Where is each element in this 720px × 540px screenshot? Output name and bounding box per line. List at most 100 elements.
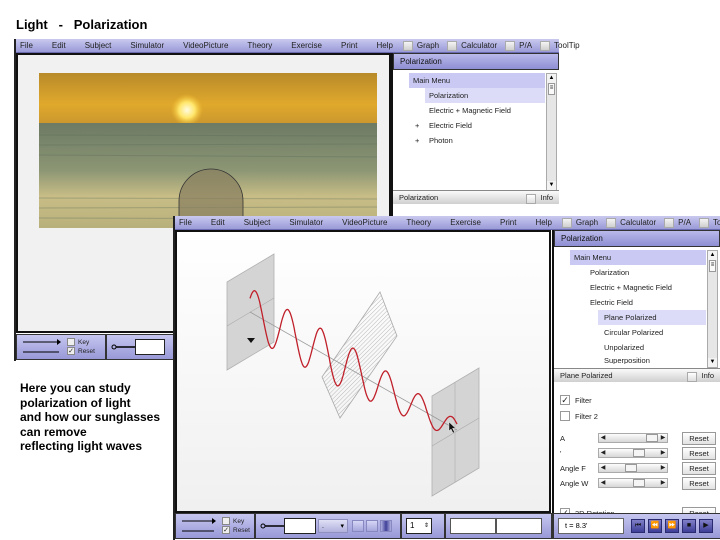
tree-item-main-menu[interactable]: Main Menu	[570, 250, 706, 265]
checkbox[interactable]: ✓	[67, 347, 75, 356]
tree-item-circular-polarized[interactable]: Circular Polarized	[554, 325, 706, 340]
menu-simulator[interactable]: Simulator	[130, 41, 164, 50]
scroll-up-icon[interactable]: ▲	[547, 74, 556, 83]
toggle-graph[interactable]: Graph	[561, 217, 598, 228]
checkbox[interactable]	[526, 193, 537, 204]
info-toggle[interactable]: Info	[526, 191, 553, 205]
slider-thumb[interactable]	[633, 449, 646, 457]
menu-exercise[interactable]: Exercise	[291, 41, 322, 50]
spinner-arrows-icon[interactable]: ⇕	[424, 519, 431, 533]
slider-thumb[interactable]	[624, 464, 637, 472]
menu-simulator[interactable]: Simulator	[289, 218, 323, 227]
parameter-slider[interactable]: ◀ ▶	[598, 448, 668, 458]
info-toggle[interactable]: Info	[687, 369, 714, 383]
play-icon[interactable]: ▶	[699, 519, 713, 533]
tree-item-plane-polarized[interactable]: Plane Polarized	[598, 310, 706, 325]
menu-exercise[interactable]: Exercise	[450, 218, 481, 227]
scroll-down-icon[interactable]: ▼	[547, 181, 556, 190]
slider-right-arrow-icon[interactable]: ▶	[659, 449, 667, 457]
tree-item-main-menu[interactable]: Main Menu	[409, 73, 545, 88]
skip-to-start-icon[interactable]: ⏮	[631, 519, 645, 533]
checkbox[interactable]	[402, 40, 413, 51]
slider-left-arrow-icon[interactable]: ◀	[599, 479, 607, 487]
menu-videopicture[interactable]: VideoPicture	[342, 218, 387, 227]
slider-thumb[interactable]	[645, 434, 658, 442]
menu-file[interactable]: File	[179, 218, 192, 227]
simulation-stage[interactable]	[175, 230, 551, 513]
reset-checkbox[interactable]: ✓ Reset	[222, 526, 250, 535]
checkbox[interactable]	[699, 217, 710, 228]
checkbox[interactable]	[606, 217, 617, 228]
toggle-calculator[interactable]: Calculator	[606, 217, 656, 228]
reset-button[interactable]: Reset	[682, 431, 716, 445]
scroll-thumb[interactable]: ≡	[548, 83, 555, 95]
key-checkbox[interactable]: Key	[67, 338, 95, 347]
count-spinner[interactable]: 1 ⇕	[406, 518, 432, 534]
color-button[interactable]	[366, 520, 378, 532]
reset-button[interactable]: Reset	[682, 446, 716, 460]
slider-thumb[interactable]	[633, 479, 646, 487]
menu-file[interactable]: File	[20, 41, 33, 50]
tree-item-polarization[interactable]: Polarization	[554, 265, 706, 280]
toggle-tooltip[interactable]: ToolTip	[699, 217, 720, 228]
tree-scrollbar[interactable]: ▲ ≡ ▼	[546, 73, 557, 191]
checkbox[interactable]: ✓	[560, 395, 570, 405]
checkbox[interactable]	[687, 371, 698, 382]
tree-item-unpolarized[interactable]: Unpolarized	[554, 340, 706, 355]
key-checkbox[interactable]: Key	[222, 517, 250, 526]
value-field[interactable]	[284, 518, 316, 534]
tree-item-electric-field[interactable]: + Electric Field	[393, 118, 545, 133]
tree-item-polarization[interactable]: Polarization	[425, 88, 545, 103]
polarizer-filter[interactable]	[321, 291, 398, 419]
slider-left-arrow-icon[interactable]: ◀	[599, 464, 607, 472]
tree-item-photon[interactable]: + Photon	[393, 133, 545, 148]
scroll-thumb[interactable]: ≡	[709, 260, 716, 272]
filter-checkbox[interactable]: ✓ Filter	[560, 393, 716, 407]
scroll-up-icon[interactable]: ▲	[708, 251, 717, 260]
value-field[interactable]	[135, 339, 165, 355]
checkbox[interactable]	[560, 411, 570, 421]
menu-edit[interactable]: Edit	[211, 218, 225, 227]
amplitude-slider[interactable]: ◀ ▶	[598, 433, 668, 443]
reset-checkbox[interactable]: ✓ Reset	[67, 347, 95, 356]
rewind-icon[interactable]: ⏪	[648, 519, 662, 533]
toggle-pa[interactable]: P/A	[505, 40, 532, 51]
menu-help[interactable]: Help	[535, 218, 551, 227]
dropdown[interactable]: . ▾	[318, 519, 348, 533]
tree-item-electric-magnetic[interactable]: Electric + Magnetic Field	[554, 280, 706, 295]
checkbox[interactable]	[222, 517, 230, 526]
checkbox[interactable]: ✓	[222, 526, 230, 535]
toggle-graph[interactable]: Graph	[402, 40, 439, 51]
menu-theory[interactable]: Theory	[247, 41, 272, 50]
menu-print[interactable]: Print	[341, 41, 357, 50]
checkbox[interactable]	[561, 217, 572, 228]
filter2-checkbox[interactable]: Filter 2	[560, 409, 716, 423]
tree-item-electric-field[interactable]: Electric Field	[554, 295, 706, 310]
scroll-down-icon[interactable]: ▼	[708, 358, 717, 367]
slider-right-arrow-icon[interactable]: ▶	[659, 434, 667, 442]
color-button[interactable]	[352, 520, 364, 532]
checkbox[interactable]	[664, 217, 675, 228]
menu-theory[interactable]: Theory	[406, 218, 431, 227]
menu-print[interactable]: Print	[500, 218, 516, 227]
angle-w-slider[interactable]: ◀ ▶	[598, 478, 668, 488]
menu-subject[interactable]: Subject	[85, 41, 112, 50]
tree-scrollbar[interactable]: ▲ ≡ ▼	[707, 250, 718, 368]
reset-button[interactable]: Reset	[682, 476, 716, 490]
menu-subject[interactable]: Subject	[244, 218, 271, 227]
stop-icon[interactable]: ■	[682, 519, 696, 533]
checkbox[interactable]	[447, 40, 458, 51]
slider-right-arrow-icon[interactable]: ▶	[659, 464, 667, 472]
slider-right-arrow-icon[interactable]: ▶	[659, 479, 667, 487]
menu-edit[interactable]: Edit	[52, 41, 66, 50]
tree-item-electric-magnetic[interactable]: Electric + Magnetic Field	[393, 103, 545, 118]
checkbox[interactable]	[67, 338, 75, 347]
expand-icon[interactable]: +	[415, 118, 419, 133]
checkbox[interactable]	[540, 40, 551, 51]
toggle-tooltip[interactable]: ToolTip	[540, 40, 580, 51]
slider-left-arrow-icon[interactable]: ◀	[599, 449, 607, 457]
fast-forward-icon[interactable]: ⏩	[665, 519, 679, 533]
menu-videopicture[interactable]: VideoPicture	[183, 41, 228, 50]
reset-button[interactable]: Reset	[682, 461, 716, 475]
menu-help[interactable]: Help	[376, 41, 392, 50]
